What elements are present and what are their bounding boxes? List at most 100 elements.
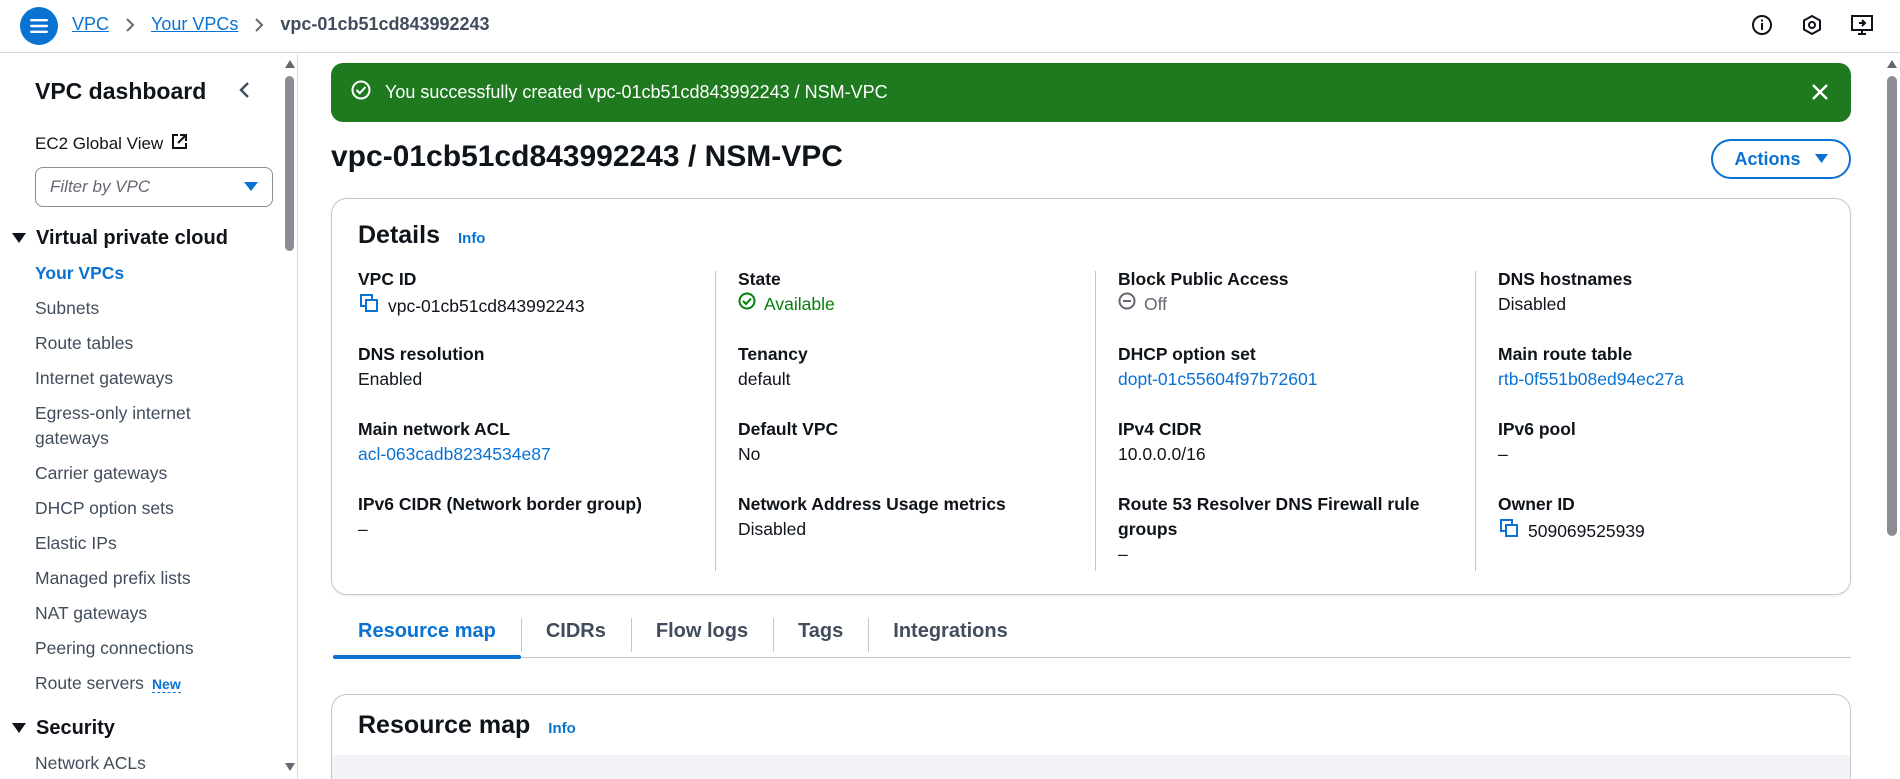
- breadcrumb-your-vpcs[interactable]: Your VPCs: [151, 14, 238, 35]
- field-tenancy: Tenancy default: [738, 342, 1078, 392]
- ec2-global-view-label: EC2 Global View: [35, 134, 164, 153]
- sidebar-scrollbar[interactable]: [283, 54, 296, 779]
- filter-by-vpc-select[interactable]: Filter by VPC: [35, 167, 273, 207]
- field-main-network-acl: Main network ACL acl-063cadb8234534e87: [358, 417, 698, 467]
- field-label: Default VPC: [738, 419, 839, 439]
- breadcrumb: VPC Your VPCs vpc-01cb51cd843992243: [72, 14, 490, 35]
- field-label: DNS hostnames: [1498, 269, 1633, 289]
- section-label: Security: [36, 717, 115, 739]
- main-route-table-link[interactable]: rtb-0f551b08ed94ec27a: [1498, 367, 1838, 392]
- main-network-acl-link[interactable]: acl-063cadb8234534e87: [358, 442, 698, 467]
- field-value: –: [1498, 444, 1508, 464]
- scroll-up-arrow-icon[interactable]: [285, 60, 295, 68]
- status-off-icon: [1118, 292, 1136, 317]
- page-title: vpc-01cb51cd843992243 / NSM-VPC: [331, 140, 843, 173]
- main-content: You successfully created vpc-01cb51cd843…: [300, 54, 1882, 779]
- caret-down-icon: [1814, 154, 1828, 163]
- sidebar-item-your-vpcs[interactable]: Your VPCs: [35, 261, 235, 286]
- field-network-address-usage-metrics: Network Address Usage metrics Disabled: [738, 492, 1078, 542]
- field-value: Disabled: [738, 519, 807, 539]
- ec2-global-view-link[interactable]: EC2 Global View: [35, 133, 188, 155]
- tab-flow-logs[interactable]: Flow logs: [630, 614, 773, 657]
- sidebar-item-peering-connections[interactable]: Peering connections: [35, 636, 235, 661]
- sidebar-item-elastic-ips[interactable]: Elastic IPs: [35, 531, 235, 556]
- settings-hexagon-icon[interactable]: [1800, 13, 1824, 37]
- vpc-id-value: vpc-01cb51cd843992243: [388, 296, 585, 316]
- field-label: Route 53 Resolver DNS Firewall rule grou…: [1118, 494, 1420, 539]
- vpc-nav-list: Your VPCs Subnets Route tables Internet …: [35, 261, 235, 707]
- field-label: State: [738, 269, 781, 289]
- field-ipv4-cidr: IPv4 CIDR 10.0.0.0/16: [1118, 417, 1458, 467]
- field-ipv6-pool: IPv6 pool –: [1498, 417, 1838, 467]
- detail-tabs: Resource map CIDRs Flow logs Tags Integr…: [333, 614, 1851, 659]
- caret-down-icon: [244, 177, 258, 197]
- dhcp-option-set-link[interactable]: dopt-01c55604f97b72601: [1118, 367, 1458, 392]
- close-icon[interactable]: [1809, 81, 1831, 103]
- owner-id-value: 509069525939: [1528, 521, 1645, 541]
- success-check-icon: [351, 80, 371, 105]
- sidebar-item-internet-gateways[interactable]: Internet gateways: [35, 366, 235, 391]
- field-dhcp-option-set: DHCP option set dopt-01c55604f97b72601: [1118, 342, 1458, 392]
- copy-icon[interactable]: [1498, 517, 1520, 546]
- scrollbar-thumb[interactable]: [1887, 76, 1897, 536]
- field-value: No: [738, 444, 761, 464]
- security-nav-list: Network ACLs: [35, 751, 235, 779]
- new-badge: New: [151, 676, 181, 693]
- top-navigation-bar: VPC Your VPCs vpc-01cb51cd843992243: [0, 0, 1900, 53]
- info-circle-icon[interactable]: [1750, 13, 1774, 37]
- field-vpc-id: VPC ID vpc-01cb51cd843992243: [358, 267, 698, 321]
- sidebar-item-route-tables[interactable]: Route tables: [35, 331, 235, 356]
- sidebar-item-dhcp-option-sets[interactable]: DHCP option sets: [35, 496, 235, 521]
- field-value-row: 509069525939: [1498, 517, 1838, 546]
- details-panel: Details Info VPC ID vpc-01cb51cd84399224…: [331, 198, 1851, 595]
- field-value: 10.0.0.0/16: [1118, 444, 1206, 464]
- route-servers-label: Route servers: [35, 673, 144, 693]
- tab-tags[interactable]: Tags: [773, 614, 868, 657]
- field-label: Owner ID: [1498, 494, 1575, 514]
- field-label: IPv4 CIDR: [1118, 419, 1202, 439]
- sidebar-item-egress-only-internet-gateways[interactable]: Egress-only internet gateways: [35, 401, 235, 451]
- side-navigation: VPC dashboard EC2 Global View Filter by …: [0, 54, 298, 779]
- breadcrumb-vpc[interactable]: VPC: [72, 14, 109, 35]
- tab-cidrs[interactable]: CIDRs: [520, 614, 631, 657]
- breadcrumb-current: vpc-01cb51cd843992243: [280, 14, 490, 34]
- tab-resource-map[interactable]: Resource map: [333, 614, 521, 659]
- section-virtual-private-cloud[interactable]: Virtual private cloud: [12, 227, 228, 250]
- scroll-up-arrow-icon[interactable]: [1887, 60, 1897, 68]
- field-dns-hostnames: DNS hostnames Disabled: [1498, 267, 1838, 317]
- screen-share-icon[interactable]: [1850, 13, 1874, 37]
- tab-integrations[interactable]: Integrations: [868, 614, 1032, 657]
- caret-down-icon: [12, 723, 26, 733]
- sidebar-item-subnets[interactable]: Subnets: [35, 296, 235, 321]
- sidebar-item-route-servers[interactable]: Route servers New: [35, 671, 235, 697]
- field-label: DHCP option set: [1118, 344, 1256, 364]
- resource-map-info-link[interactable]: Info: [548, 720, 576, 737]
- actions-button[interactable]: Actions: [1711, 139, 1851, 179]
- sidebar-item-nat-gateways[interactable]: NAT gateways: [35, 601, 235, 626]
- caret-down-icon: [12, 233, 26, 243]
- actions-label: Actions: [1734, 148, 1801, 169]
- field-label: Network Address Usage metrics: [738, 494, 1006, 514]
- field-value: Disabled: [1498, 294, 1567, 314]
- field-default-vpc: Default VPC No: [738, 417, 1078, 467]
- section-security[interactable]: Security: [12, 717, 115, 740]
- field-value-row: Off: [1118, 292, 1458, 317]
- sidebar-item-managed-prefix-lists[interactable]: Managed prefix lists: [35, 566, 235, 591]
- main-scrollbar[interactable]: [1884, 54, 1900, 779]
- resource-map-heading: Resource map: [358, 711, 531, 739]
- field-label: Main network ACL: [358, 419, 510, 439]
- field-dns-resolution: DNS resolution Enabled: [358, 342, 698, 392]
- sidebar-item-carrier-gateways[interactable]: Carrier gateways: [35, 461, 235, 486]
- sidebar-title[interactable]: VPC dashboard: [35, 78, 206, 105]
- details-info-link[interactable]: Info: [458, 230, 486, 247]
- collapse-sidebar-icon[interactable]: [232, 78, 256, 102]
- chevron-right-icon: [254, 17, 264, 32]
- field-value: Enabled: [358, 369, 423, 389]
- sidebar-item-network-acls[interactable]: Network ACLs: [35, 751, 235, 776]
- menu-icon[interactable]: [20, 7, 58, 45]
- scroll-down-arrow-icon[interactable]: [285, 763, 295, 771]
- field-value-row: vpc-01cb51cd843992243: [358, 292, 698, 321]
- scrollbar-thumb[interactable]: [285, 76, 294, 251]
- field-value: –: [358, 519, 368, 539]
- copy-icon[interactable]: [358, 292, 380, 321]
